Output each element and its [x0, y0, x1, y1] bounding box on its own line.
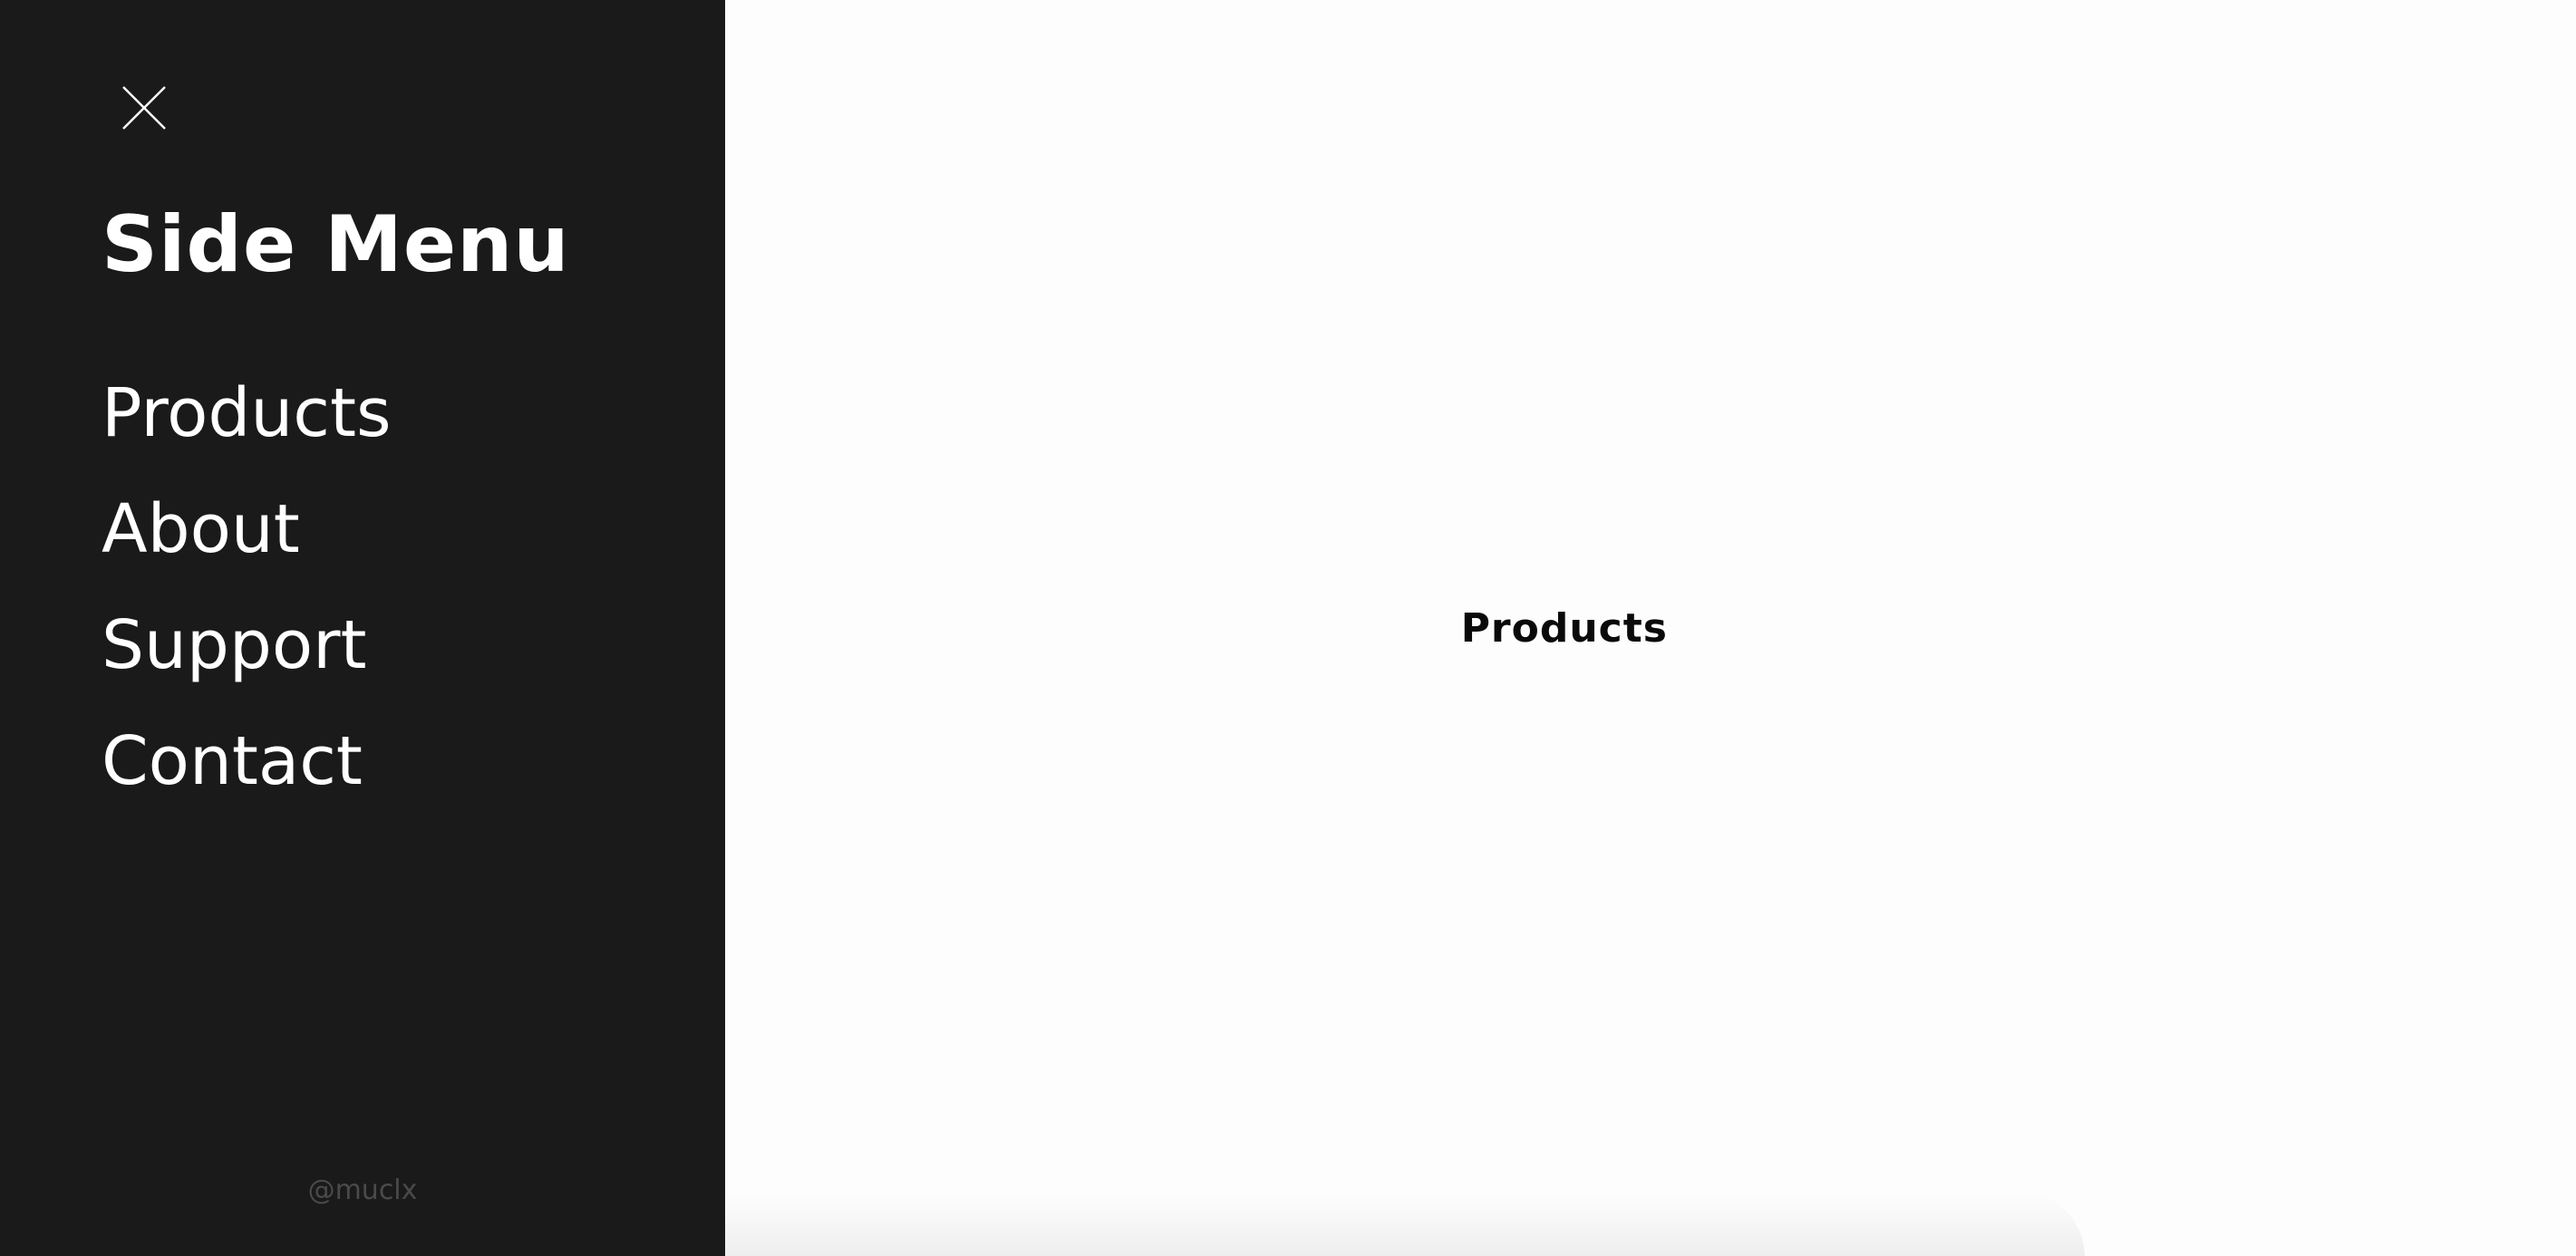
page-title: Products — [1460, 605, 1668, 652]
author-credit: @muclx — [307, 1174, 418, 1206]
app-window: Side Menu Products About Support Contact… — [0, 0, 2576, 1256]
nav-item-contact[interactable]: Contact — [102, 703, 392, 819]
main-content: Products — [725, 0, 2576, 1256]
side-menu: Side Menu Products About Support Contact… — [0, 0, 725, 1256]
side-menu-title: Side Menu — [102, 199, 570, 290]
bottom-shadow — [725, 1193, 2085, 1256]
nav-item-support[interactable]: Support — [102, 587, 392, 703]
close-button[interactable] — [116, 80, 172, 136]
close-icon — [122, 86, 166, 130]
nav-item-about[interactable]: About — [102, 471, 392, 587]
side-menu-nav: Products About Support Contact — [102, 355, 392, 819]
nav-item-products[interactable]: Products — [102, 355, 392, 471]
